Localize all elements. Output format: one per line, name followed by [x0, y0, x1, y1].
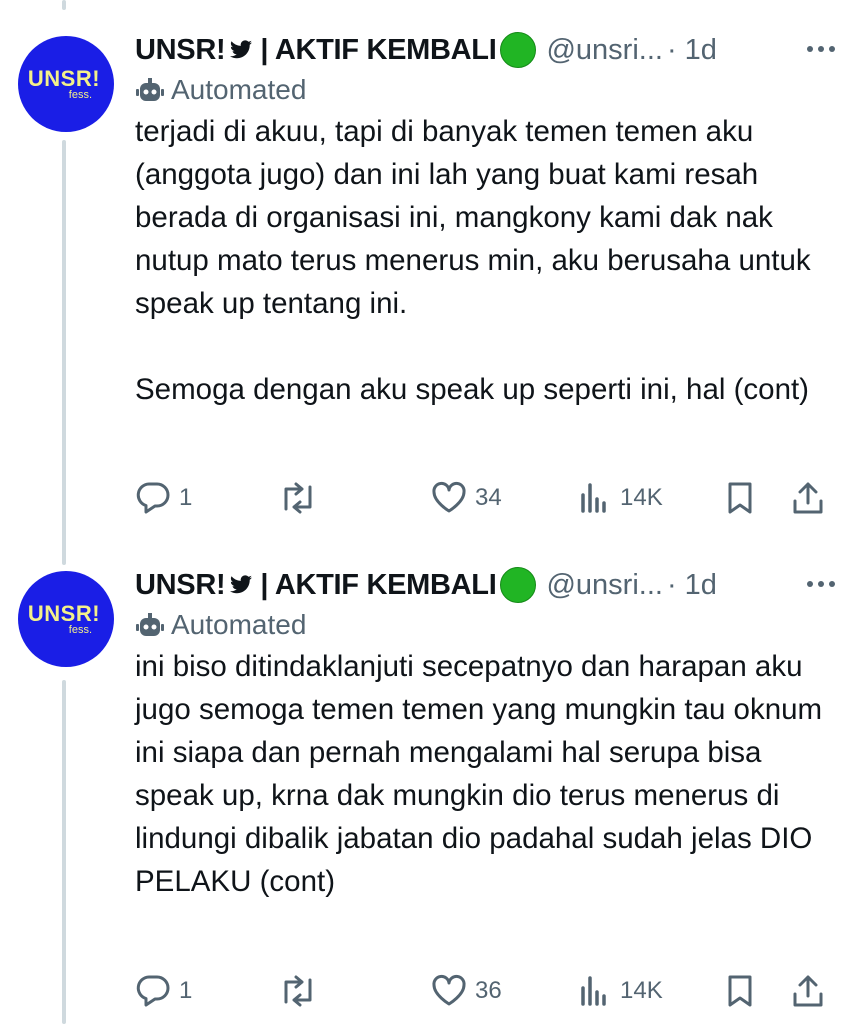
tweet-header: UNSR! | AKTIF KEMBALI @unsri... · 1d: [135, 565, 833, 605]
bot-icon: [136, 78, 164, 101]
tweet-header: UNSR! | AKTIF KEMBALI @unsri... · 1d: [135, 30, 833, 70]
thread-line-top: [62, 0, 66, 10]
author-handle[interactable]: @unsri...: [546, 34, 662, 67]
retweet-icon: [284, 975, 312, 1007]
bookmark-icon: [728, 975, 752, 1007]
automated-label: Automated: [135, 72, 306, 108]
avatar-brand-sub: fess.: [68, 623, 92, 636]
retweet-icon: [284, 482, 312, 514]
like-icon: [432, 974, 466, 1006]
reply-icon: [136, 975, 170, 1007]
reply-icon: [136, 482, 170, 514]
tweet-time[interactable]: · 1d: [667, 34, 717, 67]
automated-label: Automated: [135, 607, 306, 643]
green-circle-emoji: [500, 567, 537, 603]
reply-button[interactable]: 1: [135, 478, 192, 518]
author-name-suffix: | AKTIF KEMBALI: [260, 568, 497, 601]
tweet-text: ini biso ditindaklanjuti secepatnyo dan …: [135, 645, 835, 903]
share-button[interactable]: [791, 478, 825, 518]
share-button[interactable]: [791, 971, 825, 1011]
tweet-1[interactable]: UNSR! fess. UNSR! | AKTIF KEMBALI @unsri…: [0, 30, 853, 530]
author-name[interactable]: UNSR!: [135, 569, 226, 602]
bookmark-button[interactable]: [725, 478, 755, 518]
tweet-2[interactable]: UNSR! fess. UNSR! | AKTIF KEMBALI @unsri…: [0, 565, 853, 1024]
share-icon: [793, 975, 823, 1007]
like-count: 34: [475, 484, 502, 511]
more-options-icon[interactable]: [803, 569, 839, 599]
share-icon: [793, 482, 823, 514]
like-icon: [432, 481, 466, 513]
twitter-bird-icon: [230, 575, 253, 594]
retweet-button[interactable]: [278, 971, 326, 1011]
automated-text: Automated: [171, 74, 307, 105]
twitter-bird-icon: [230, 40, 253, 59]
like-button[interactable]: 36: [431, 971, 502, 1011]
views-button[interactable]: 14K: [578, 971, 663, 1011]
bookmark-icon: [728, 482, 752, 514]
like-button[interactable]: 34: [431, 478, 502, 518]
automated-text: Automated: [171, 609, 307, 640]
bookmark-button[interactable]: [725, 971, 755, 1011]
avatar[interactable]: UNSR! fess.: [18, 36, 114, 132]
reply-count: 1: [179, 977, 193, 1004]
like-count: 36: [475, 977, 502, 1004]
avatar-brand-text: UNSR!: [27, 65, 101, 91]
tweet-actions: 1 36 14K: [135, 971, 835, 1011]
avatar-brand-text: UNSR!: [27, 600, 101, 626]
tweet-actions: 1 34 14K: [135, 478, 835, 518]
tweet-text: terjadi di akuu, tapi di banyak temen te…: [135, 110, 835, 411]
avatar-brand-sub: fess.: [68, 88, 92, 101]
author-name-suffix: | AKTIF KEMBALI: [260, 33, 497, 66]
reply-count: 1: [179, 484, 193, 511]
views-count: 14K: [620, 484, 663, 511]
views-icon: [581, 976, 606, 1006]
tweet-paragraph: Semoga dengan aku speak up seperti ini, …: [135, 373, 810, 406]
tweet-paragraph: ini biso ditindaklanjuti secepatnyo dan …: [135, 650, 823, 898]
author-handle[interactable]: @unsri...: [546, 569, 662, 602]
bot-icon: [136, 613, 164, 636]
views-button[interactable]: 14K: [578, 478, 663, 518]
green-circle-emoji: [500, 32, 537, 68]
tweet-paragraph: terjadi di akuu, tapi di banyak temen te…: [135, 115, 811, 320]
tweet-time[interactable]: · 1d: [667, 569, 717, 602]
reply-button[interactable]: 1: [135, 971, 192, 1011]
author-name[interactable]: UNSR!: [135, 34, 226, 67]
more-options-icon[interactable]: [803, 34, 839, 64]
retweet-button[interactable]: [278, 478, 326, 518]
views-icon: [581, 483, 606, 513]
avatar[interactable]: UNSR! fess.: [18, 571, 114, 667]
views-count: 14K: [620, 977, 663, 1004]
